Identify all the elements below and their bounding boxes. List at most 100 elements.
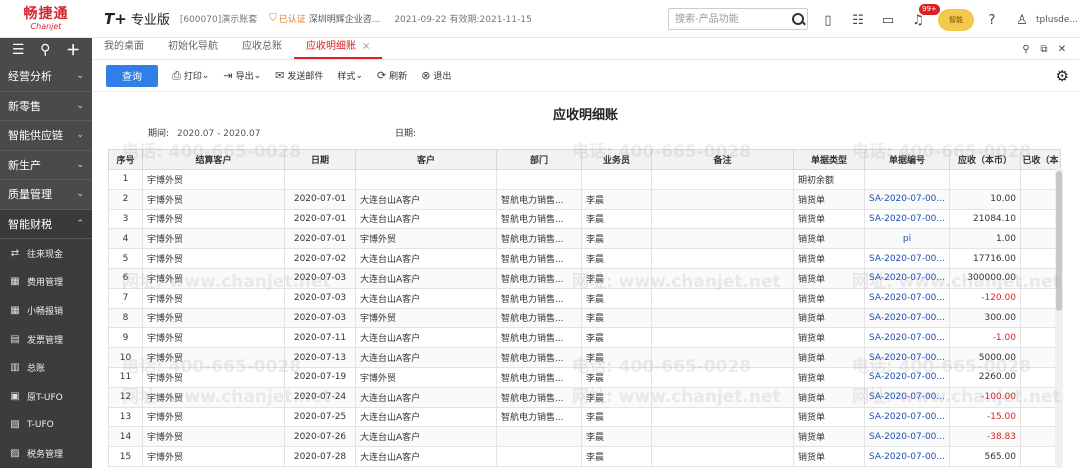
add-icon[interactable]: ＋ xyxy=(66,40,80,60)
assistant-mascot[interactable]: 智能 xyxy=(938,9,974,31)
scrollbar-thumb[interactable] xyxy=(1056,171,1062,311)
cell-doc-no[interactable]: SA-2020-07-00... xyxy=(864,386,950,408)
monitor-icon[interactable]: ▭ xyxy=(878,10,898,30)
col-header-department[interactable]: 部门 xyxy=(496,149,582,170)
cell-doc-no[interactable]: SA-2020-07-00... xyxy=(864,267,950,289)
phone-icon[interactable]: ▯ xyxy=(818,10,838,30)
sidebar-search-icon[interactable]: ⚲ xyxy=(40,42,50,58)
tab-desktop[interactable]: 我的桌面 xyxy=(92,37,156,59)
bell-icon[interactable]: ♫ 99+ xyxy=(908,4,940,30)
certification[interactable]: ⛉ 已认证 深圳明辉企业咨... xyxy=(269,12,380,25)
table-row[interactable]: 7 宇博外贸 2020-07-03 大连台山A客户 智航电力销售... 李晨 销货单 SA-2… xyxy=(108,287,1061,309)
restore-icon[interactable]: ⧉ xyxy=(1035,44,1053,55)
col-header-customer[interactable]: 客户 xyxy=(355,149,497,170)
table-row[interactable]: 11 宇博外贸 2020-07-19 宇博外贸 智航电力销售... 李晨 销货单 SA-202… xyxy=(108,366,1061,388)
cell-doc-no[interactable]: SA-2020-07-00... xyxy=(864,366,950,388)
menu-icon[interactable]: ☰ xyxy=(12,42,25,58)
sidebar-item-quality[interactable]: 质量管理 ⌄ xyxy=(0,180,92,210)
cell-doc-type: 销货单 xyxy=(793,386,865,408)
tab-receivable-detail[interactable]: 应收明细账 × xyxy=(294,37,383,59)
col-header-receivable[interactable]: 应收（本币） xyxy=(948,149,1021,170)
col-header-date[interactable]: 日期 xyxy=(284,149,356,170)
col-header-remark[interactable]: 备注 xyxy=(651,149,794,170)
refresh-button[interactable]: ⟳ 刷新 xyxy=(377,69,407,82)
col-header-doc-no[interactable]: 单据编号 xyxy=(864,149,950,170)
user-name[interactable]: tplusde... xyxy=(1036,15,1078,25)
cell-doc-no[interactable]: SA-2020-07-00... xyxy=(864,188,950,210)
cell-doc-no[interactable]: SA-2020-07-00... xyxy=(864,327,950,349)
cell-doc-no[interactable]: SA-2020-07-00... xyxy=(864,307,950,329)
close-window-icon[interactable]: ✕ xyxy=(1053,44,1071,55)
table-row[interactable]: 2 宇博外贸 2020-07-01 大连台山A客户 智航电力销售... 李晨 销货单 SA-2… xyxy=(108,188,1061,210)
cell-doc-no[interactable]: SA-2020-07-00... xyxy=(864,347,950,368)
col-header-doc-type[interactable]: 单据类型 xyxy=(793,149,865,170)
table-row[interactable]: 14 宇博外贸 2020-07-26 大连台山A客户 李晨 销货单 SA-2020-07-0… xyxy=(108,426,1061,448)
table-row[interactable]: 8 宇博外贸 2020-07-03 宇博外贸 智航电力销售... 李晨 销货单 SA-2020… xyxy=(108,307,1061,329)
sidebar-sub-cash[interactable]: ⇄ 往来现金 xyxy=(0,239,92,268)
cell-doc-no[interactable]: SA-2020-07-00... xyxy=(864,208,950,230)
sidebar-sub-tufo[interactable]: ▧ T-UFO xyxy=(0,410,92,440)
cell-date: 2020-07-03 xyxy=(284,307,356,329)
tab-init-guide[interactable]: 初始化导航 xyxy=(156,37,230,59)
table-row[interactable]: 3 宇博外贸 2020-07-01 大连台山A客户 智航电力销售... 李晨 销货单 SA-2… xyxy=(108,208,1061,230)
cell-remark xyxy=(651,446,794,467)
col-header-salesperson[interactable]: 业务员 xyxy=(581,149,652,170)
search-icon[interactable] xyxy=(791,12,805,26)
cell-doc-no[interactable] xyxy=(864,169,950,190)
table-row[interactable]: 6 宇博外贸 2020-07-03 大连台山A客户 智航电力销售... 李晨 销货单 SA-2… xyxy=(108,267,1061,289)
col-header-settle-customer[interactable]: 结算客户 xyxy=(142,149,285,170)
close-icon[interactable]: × xyxy=(362,41,370,52)
sidebar-item-retail[interactable]: 新零售 ⌄ xyxy=(0,92,92,121)
checklist-icon[interactable]: ☷ xyxy=(848,10,868,30)
cell-salesperson: 李晨 xyxy=(581,366,652,388)
cell-doc-no[interactable]: SA-2020-07-00... xyxy=(864,446,950,467)
expense-icon: ▦ xyxy=(10,276,20,288)
cell-doc-no[interactable]: SA-2020-07-00... xyxy=(864,287,950,309)
sidebar-item-analysis[interactable]: 经营分析 ⌄ xyxy=(0,62,92,92)
table-row[interactable]: 9 宇博外贸 2020-07-11 大连台山A客户 智航电力销售... 李晨 销货单 SA-2… xyxy=(108,327,1061,349)
cell-doc-no[interactable]: SA-2020-07-00... xyxy=(864,406,950,428)
sidebar-sub-expense[interactable]: ▦ 费用管理 xyxy=(0,267,92,297)
cell-settle-customer: 宇博外贸 xyxy=(142,327,285,349)
brand-logo[interactable]: 畅捷通 Chanjet xyxy=(0,0,92,38)
table-row[interactable]: 10 宇博外贸 2020-07-13 大连台山A客户 智航电力销售... 李晨 销货单 SA-… xyxy=(108,347,1061,368)
cell-doc-no[interactable]: SA-2020-07-00... xyxy=(864,426,950,448)
query-button[interactable]: 查询 xyxy=(106,64,158,87)
cell-doc-no[interactable]: SA-2020-07-00... xyxy=(864,248,950,269)
table-row[interactable]: 4 宇博外贸 2020-07-01 宇博外贸 智航电力销售... 李晨 销货单 pi 1.00 xyxy=(108,228,1061,250)
table-row[interactable]: 12 宇博外贸 2020-07-24 大连台山A客户 智航电力销售... 李晨 销货单 SA-… xyxy=(108,386,1061,408)
vertical-scrollbar[interactable] xyxy=(1055,169,1063,468)
shield-icon: ⛉ xyxy=(269,13,277,24)
zoom-icon[interactable]: ⚲ xyxy=(1017,44,1035,55)
export-button[interactable]: ⇥ 导出 ⌄ xyxy=(223,69,261,82)
tab-receivable-ledger[interactable]: 应收总账 xyxy=(230,37,294,59)
cell-customer: 宇博外贸 xyxy=(355,228,497,250)
sidebar-sub-reimburse[interactable]: ▦ 小畅报销 xyxy=(0,296,92,325)
account-name[interactable]: [600070]演示账套 xyxy=(180,12,257,25)
col-header-seq[interactable]: 序号 xyxy=(108,149,143,170)
sidebar-item-supply-chain[interactable]: 智能供应链 ⌄ xyxy=(0,121,92,151)
user-icon[interactable]: ♙ xyxy=(1012,10,1032,30)
col-header-received[interactable]: 已收（本 xyxy=(1019,149,1061,170)
sidebar-sub-invoice[interactable]: ▤ 发票管理 xyxy=(0,324,92,354)
help-icon[interactable]: ? xyxy=(982,10,1002,30)
table-row[interactable]: 5 宇博外贸 2020-07-02 大连台山A客户 智航电力销售... 李晨 销货单 SA-2… xyxy=(108,248,1061,269)
cell-date: 2020-07-26 xyxy=(284,426,356,448)
sidebar-sub-old-ufo[interactable]: ▣ 原T-UFO xyxy=(0,381,92,411)
table-row[interactable]: 13 宇博外贸 2020-07-25 大连台山A客户 智航电力销售... 李晨 销货单 SA-… xyxy=(108,406,1061,428)
cell-date: 2020-07-03 xyxy=(284,287,356,309)
exit-button[interactable]: ⊗ 退出 xyxy=(421,69,451,82)
sidebar-item-finance-tax[interactable]: 智能财税 ⌃ xyxy=(0,209,92,239)
search-input[interactable] xyxy=(675,10,789,28)
sidebar-item-production[interactable]: 新生产 ⌄ xyxy=(0,151,92,180)
ledger-icon: ▥ xyxy=(10,362,20,374)
print-button[interactable]: ⎙ 打印 ⌄ xyxy=(172,69,209,83)
style-button[interactable]: 样式 ⌄ xyxy=(337,69,363,83)
gear-icon[interactable]: ⚙ xyxy=(1056,67,1069,85)
sidebar-sub-ledger[interactable]: ▥ 总账 xyxy=(0,353,92,382)
send-mail-button[interactable]: ✉ 发送邮件 xyxy=(275,69,323,82)
table-row[interactable]: 1 宇博外贸 期初余额 xyxy=(108,169,1061,190)
table-row[interactable]: 15 宇博外贸 2020-07-28 大连台山A客户 李晨 销货单 SA-2020-07-0… xyxy=(108,446,1061,467)
cell-doc-no[interactable]: pi xyxy=(864,228,950,250)
sidebar-sub-tax[interactable]: ▨ 税务管理 xyxy=(0,439,92,468)
